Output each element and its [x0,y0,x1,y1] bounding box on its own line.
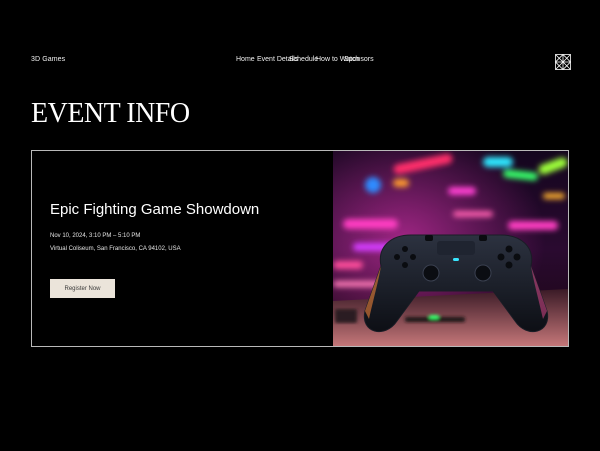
register-now-button[interactable]: Register Now [50,279,115,298]
nav-sponsors[interactable]: Sponsors [344,56,374,66]
event-card: Epic Fighting Game Showdown Nov 10, 2024… [31,150,569,347]
main-nav: Home Event Details Schedule How to Watch… [236,56,374,66]
nav-schedule[interactable]: Schedule [289,56,318,66]
nav-how-to-watch[interactable]: How to Watch [316,56,359,66]
gamepad-neon-photo [333,151,568,346]
event-name: Epic Fighting Game Showdown [50,201,260,218]
event-datetime: Nov 10, 2024, 3:10 PM – 5:10 PM [50,233,141,239]
nav-home[interactable]: Home [236,56,257,66]
site-brand[interactable]: 3D Games [31,56,65,63]
page-title: EVENT INFO [31,98,190,129]
nav-event-details[interactable]: Event Details [257,56,298,66]
diamond-grid-logo-icon[interactable] [555,54,571,70]
event-venue: Virtual Coliseum, San Francisco, CA 9410… [50,246,181,252]
